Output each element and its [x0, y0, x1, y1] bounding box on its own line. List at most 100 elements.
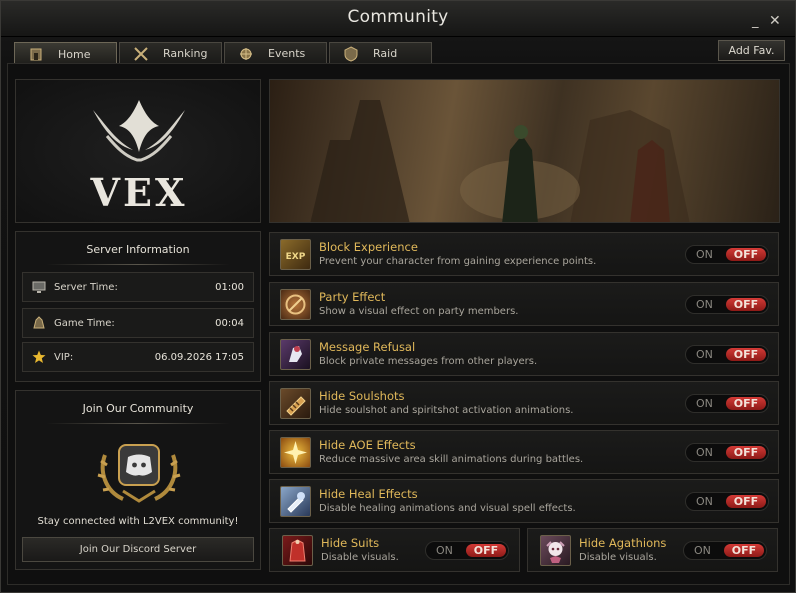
- option-desc: Show a visual effect on party members.: [319, 306, 519, 317]
- row-value: 00:04: [215, 317, 244, 329]
- toggle-on-label: ON: [696, 298, 713, 311]
- option-desc: Disable visuals.: [579, 552, 657, 563]
- heal-icon: [280, 486, 311, 517]
- toggle-off-label: OFF: [726, 248, 766, 261]
- toggle-on-label: ON: [694, 544, 711, 557]
- party-effect-icon: [280, 289, 311, 320]
- helmet-icon: [32, 316, 46, 330]
- community-panel: Join Our Community Stay connected with L…: [15, 390, 261, 570]
- tab-label: Ranking: [163, 47, 208, 60]
- toggle-off-label: OFF: [466, 544, 506, 557]
- server-time-row: Server Time: 01:00: [22, 272, 254, 302]
- option-hide-suits: Hide Suits Disable visuals. ON OFF: [269, 528, 520, 572]
- option-desc: Prevent your character from gaining expe…: [319, 256, 597, 267]
- option-desc: Reduce massive area skill animations dur…: [319, 454, 584, 465]
- tab-home[interactable]: Home: [14, 42, 117, 65]
- tab-label: Raid: [373, 47, 398, 60]
- option-name: Hide Heal Effects: [319, 487, 418, 501]
- community-title: Join Our Community: [82, 402, 194, 415]
- star-icon: [32, 350, 46, 364]
- toggle-switch[interactable]: ON OFF: [685, 295, 769, 314]
- toggle-on-label: ON: [696, 446, 713, 459]
- logo-panel: VEX: [15, 79, 261, 223]
- option-name: Hide Agathions: [579, 536, 667, 550]
- tab-events[interactable]: Events: [224, 42, 327, 64]
- suit-icon: [282, 535, 313, 566]
- tab-ranking[interactable]: Ranking: [119, 42, 222, 64]
- soulshot-icon: [280, 388, 311, 419]
- home-icon: [28, 46, 44, 62]
- toggle-off-label: OFF: [724, 544, 764, 557]
- divider: [46, 264, 230, 265]
- option-name: Message Refusal: [319, 340, 416, 354]
- toggle-on-label: ON: [696, 248, 713, 261]
- agathion-icon: [540, 535, 571, 566]
- option-hide-agathions: Hide Agathions Disable visuals. ON OFF: [527, 528, 778, 572]
- option-name: Hide Suits: [321, 536, 380, 550]
- toggle-off-label: OFF: [726, 298, 766, 311]
- toggle-switch[interactable]: ON OFF: [685, 245, 769, 264]
- toggle-switch[interactable]: ON OFF: [685, 394, 769, 413]
- row-value: 06.09.2026 17:05: [154, 351, 244, 363]
- svg-text:EXP: EXP: [286, 252, 306, 262]
- option-hide-soulshots: Hide Soulshots Hide soulshot and spirits…: [269, 381, 779, 425]
- option-message-refusal: Message Refusal Block private messages f…: [269, 332, 779, 376]
- aoe-icon: [280, 437, 311, 468]
- tab-raid[interactable]: Raid: [329, 42, 432, 64]
- game-time-row: Game Time: 00:04: [22, 308, 254, 338]
- exp-icon: EXP: [280, 239, 311, 270]
- option-hide-heal-effects: Hide Heal Effects Disable healing animat…: [269, 479, 779, 523]
- banner-illustration: [310, 100, 690, 222]
- option-block-experience: EXP Block Experience Prevent your charac…: [269, 232, 779, 276]
- toggle-switch[interactable]: ON OFF: [685, 443, 769, 462]
- minimize-button[interactable]: _: [752, 15, 759, 29]
- community-window: Community _ ✕ Home Ranking Events Raid A…: [0, 0, 796, 593]
- row-value: 01:00: [215, 281, 244, 293]
- option-name: Block Experience: [319, 240, 418, 254]
- option-desc: Disable visuals.: [321, 552, 399, 563]
- option-name: Party Effect: [319, 290, 386, 304]
- toggle-on-label: ON: [696, 348, 713, 361]
- vip-row: VIP: 06.09.2026 17:05: [22, 342, 254, 372]
- toggle-on-label: ON: [436, 544, 453, 557]
- join-discord-button[interactable]: Join Our Discord Server: [22, 537, 254, 562]
- option-party-effect: Party Effect Show a visual effect on par…: [269, 282, 779, 326]
- option-name: Hide Soulshots: [319, 389, 405, 403]
- community-text: Stay connected with L2VEX community!: [37, 516, 239, 527]
- logo-text: VEX: [90, 170, 188, 215]
- vex-emblem-icon: [93, 100, 185, 162]
- row-label: VIP:: [54, 351, 74, 363]
- toggle-switch[interactable]: ON OFF: [683, 541, 767, 560]
- toggle-switch[interactable]: ON OFF: [425, 541, 509, 560]
- discord-icon: [97, 444, 181, 503]
- server-info-title: Server Information: [86, 243, 190, 256]
- server-info-panel: Server Information Server Time: 01:00 Ga…: [15, 231, 261, 382]
- toggle-off-label: OFF: [726, 397, 766, 410]
- row-label: Game Time:: [54, 317, 115, 329]
- shield-icon: [343, 45, 359, 62]
- option-desc: Disable healing animations and visual sp…: [319, 503, 576, 514]
- crossed-swords-icon: [133, 46, 149, 62]
- toggle-on-label: ON: [696, 495, 713, 508]
- tab-label: Home: [58, 47, 91, 61]
- option-desc: Block private messages from other player…: [319, 356, 538, 367]
- toggle-on-label: ON: [696, 397, 713, 410]
- window-title: Community: [347, 7, 449, 27]
- toggle-switch[interactable]: ON OFF: [685, 345, 769, 364]
- option-desc: Hide soulshot and spiritshot activation …: [319, 405, 574, 416]
- events-icon: [238, 46, 254, 62]
- option-hide-aoe-effects: Hide AOE Effects Reduce massive area ski…: [269, 430, 779, 474]
- tab-label: Events: [268, 47, 306, 60]
- title-bar[interactable]: Community _ ✕: [1, 1, 795, 37]
- close-button[interactable]: ✕: [769, 14, 781, 28]
- divider: [46, 423, 230, 424]
- row-label: Server Time:: [54, 281, 118, 293]
- toggle-off-label: OFF: [726, 446, 766, 459]
- message-refusal-icon: [280, 339, 311, 370]
- add-favorite-button[interactable]: Add Fav.: [718, 40, 785, 61]
- monitor-icon: [32, 280, 46, 294]
- option-name: Hide AOE Effects: [319, 438, 416, 452]
- toggle-off-label: OFF: [726, 348, 766, 361]
- hero-banner-image: [269, 79, 780, 223]
- toggle-switch[interactable]: ON OFF: [685, 492, 769, 511]
